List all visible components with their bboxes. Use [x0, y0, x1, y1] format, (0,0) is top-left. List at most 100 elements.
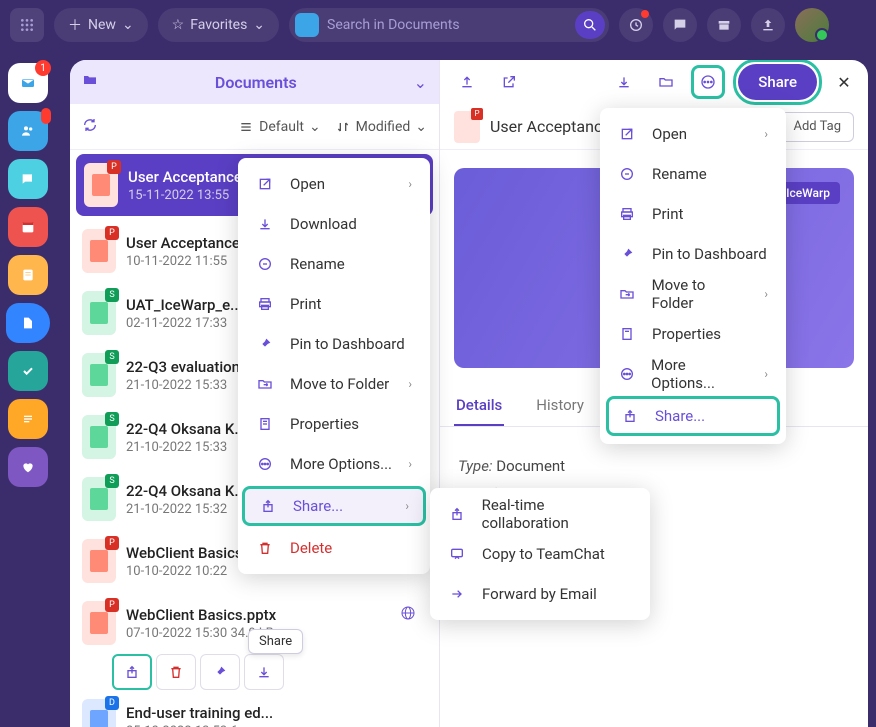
chevron-right-icon: ›: [764, 287, 768, 301]
upload-icon: [760, 17, 776, 33]
view-selector[interactable]: Default ⌄: [238, 119, 321, 135]
ctx-delete[interactable]: Delete: [238, 528, 430, 568]
folder-icon: [82, 72, 98, 92]
file-context-menu: Open› Download Rename Print Pin to Dashb…: [238, 158, 430, 574]
chat-button[interactable]: [663, 8, 697, 42]
share-button[interactable]: Share: [738, 64, 817, 100]
rail-notes[interactable]: [8, 255, 48, 295]
archive-button[interactable]: [707, 8, 741, 42]
rail-chat[interactable]: [8, 159, 48, 199]
add-tag-button[interactable]: Add Tag: [780, 112, 854, 142]
ctx2-rename[interactable]: Rename: [600, 154, 786, 194]
share-realtime[interactable]: Real-time collaboration: [430, 494, 650, 534]
user-avatar[interactable]: [795, 8, 829, 42]
close-preview[interactable]: ✕: [830, 73, 858, 92]
print-icon: [618, 206, 636, 222]
ctx-properties[interactable]: Properties: [238, 404, 430, 444]
forward-icon: [448, 586, 466, 602]
item-share[interactable]: [112, 654, 152, 690]
file-type-icon: [82, 415, 116, 459]
globe-icon: [400, 605, 416, 625]
tab-history[interactable]: History: [534, 386, 586, 426]
ctx2-properties[interactable]: Properties: [600, 314, 786, 354]
folder-icon: [658, 74, 674, 90]
favorites-button[interactable]: ☆ Favorites ⌄: [158, 8, 279, 42]
chevron-right-icon: ›: [764, 367, 768, 381]
rail-app2[interactable]: [8, 447, 48, 487]
ctx2-open[interactable]: Open›: [600, 114, 786, 154]
open-icon: [618, 126, 636, 142]
chevron-right-icon: ›: [408, 177, 412, 191]
share-icon: [124, 664, 140, 680]
item-pin[interactable]: [200, 654, 240, 690]
list-icon: [238, 119, 254, 135]
search-input[interactable]: [327, 17, 567, 33]
search-button[interactable]: [575, 11, 605, 39]
upload-icon: [459, 74, 475, 90]
documents-app-icon: [295, 13, 319, 37]
folder-action[interactable]: [649, 65, 683, 99]
file-name: End-user training ed...: [126, 704, 427, 722]
more-action[interactable]: [691, 65, 725, 99]
documents-title: Documents: [108, 73, 404, 92]
open-external-action[interactable]: [492, 65, 526, 99]
rail-people[interactable]: [8, 111, 48, 151]
download-icon: [256, 664, 272, 680]
ctx-move[interactable]: Move to Folder›: [238, 364, 430, 404]
file-item[interactable]: End-user training ed... 05-10-2022 13:53…: [70, 690, 439, 727]
people-icon: [20, 123, 36, 139]
ctx2-more[interactable]: More Options...›: [600, 354, 786, 394]
teamchat-icon: [448, 546, 466, 562]
chat-icon: [672, 17, 688, 33]
top-bar: ＋ New ⌄ ☆ Favorites ⌄: [0, 0, 876, 50]
ctx-share[interactable]: Share...›: [242, 486, 426, 526]
ctx-download[interactable]: Download: [238, 204, 430, 244]
chevron-down-icon: ⌄: [414, 73, 427, 92]
external-icon: [501, 74, 517, 90]
ctx2-pin[interactable]: Pin to Dashboard: [600, 234, 786, 274]
share-email[interactable]: Forward by Email: [430, 574, 650, 614]
ctx2-print[interactable]: Print: [600, 194, 786, 234]
search-container: [289, 8, 609, 42]
rail-app1[interactable]: [8, 399, 48, 439]
ctx-rename[interactable]: Rename: [238, 244, 430, 284]
apps-grid-button[interactable]: [10, 8, 44, 42]
open-icon: [256, 176, 274, 192]
ctx2-share[interactable]: Share...: [606, 396, 780, 436]
share-icon: [259, 498, 277, 514]
ctx-open[interactable]: Open›: [238, 164, 430, 204]
new-button[interactable]: ＋ New ⌄: [54, 8, 148, 42]
search-icon: [582, 17, 598, 33]
ctx-print[interactable]: Print: [238, 284, 430, 324]
rail-tasks[interactable]: [8, 351, 48, 391]
item-download[interactable]: [244, 654, 284, 690]
rail-files[interactable]: [6, 303, 50, 343]
file-name: WebClient Basics.pptx: [126, 606, 427, 624]
sort-label: Modified: [356, 119, 411, 135]
rail-calendar[interactable]: [8, 207, 48, 247]
share-icon: [448, 506, 466, 522]
file-type-icon: [82, 229, 116, 273]
ctx-pin[interactable]: Pin to Dashboard: [238, 324, 430, 364]
ctx2-move[interactable]: Move to Folder›: [600, 274, 786, 314]
upload-action[interactable]: [450, 65, 484, 99]
share-teamchat[interactable]: Copy to TeamChat: [430, 534, 650, 574]
chevron-right-icon: ›: [408, 377, 412, 391]
upload-button[interactable]: [751, 8, 785, 42]
notifications-button[interactable]: [619, 8, 653, 42]
dashboard-icon: [628, 17, 644, 33]
sort-selector[interactable]: Modified ⌄: [335, 119, 427, 135]
sync-button[interactable]: [82, 117, 98, 137]
folder-move-icon: [256, 376, 274, 392]
rail-mail[interactable]: 1: [8, 63, 48, 103]
file-type-icon: [82, 539, 116, 583]
tab-details[interactable]: Details: [454, 386, 504, 426]
download-icon: [256, 216, 274, 232]
more-icon: [700, 74, 716, 90]
file-type-icon: [84, 163, 118, 207]
ctx-more[interactable]: More Options...›: [238, 444, 430, 484]
favorites-label: Favorites: [190, 17, 247, 33]
download-action[interactable]: [607, 65, 641, 99]
item-delete[interactable]: [156, 654, 196, 690]
documents-header[interactable]: Documents ⌄: [70, 60, 439, 104]
